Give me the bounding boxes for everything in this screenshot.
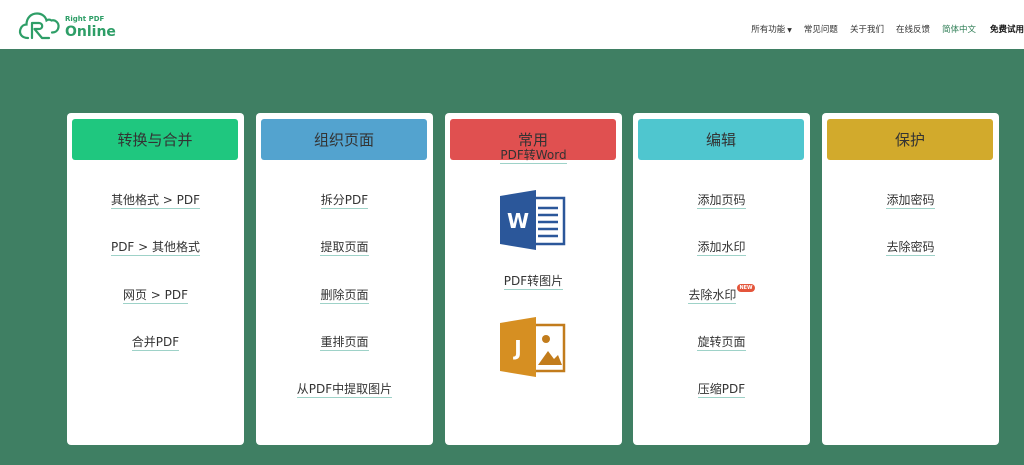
- link-web-to-pdf[interactable]: 网页 > PDF: [67, 287, 244, 304]
- link-remove-password[interactable]: 去除密码: [822, 239, 999, 256]
- logo[interactable]: Right PDF Online: [18, 10, 118, 42]
- card-header: 保护: [827, 119, 993, 160]
- link-add-page-numbers[interactable]: 添加页码: [633, 192, 810, 209]
- top-nav: 所有功能 ▼ 常见问题 关于我们 在线反馈 简体中文 免费试用: [739, 22, 1024, 36]
- nav-feedback[interactable]: 在线反馈: [896, 23, 930, 35]
- image-icon[interactable]: J: [500, 317, 566, 377]
- link-split-pdf[interactable]: 拆分PDF: [256, 192, 433, 209]
- link-compress-pdf[interactable]: 压缩PDF: [633, 381, 810, 398]
- link-add-password[interactable]: 添加密码: [822, 192, 999, 209]
- link-pdf-to-other[interactable]: PDF > 其他格式: [67, 239, 244, 256]
- card-header: 组织页面: [261, 119, 427, 160]
- nav-free-trial[interactable]: 免费试用: [990, 23, 1024, 35]
- card-convert-merge: 转换与合并 其他格式 > PDF PDF > 其他格式 网页 > PDF 合并P…: [67, 113, 244, 445]
- cloud-logo-icon: [18, 12, 60, 40]
- card-header: 转换与合并: [72, 119, 238, 160]
- nav-all-features[interactable]: 所有功能 ▼: [751, 23, 792, 35]
- svg-text:J: J: [512, 336, 521, 360]
- link-other-to-pdf[interactable]: 其他格式 > PDF: [67, 192, 244, 209]
- link-pdf-to-word[interactable]: PDF转Word: [445, 147, 622, 164]
- logo-big-text: Online: [65, 24, 116, 40]
- nav-language[interactable]: 简体中文: [942, 23, 976, 35]
- logo-small-text: Right PDF: [65, 15, 105, 23]
- link-extract-pages[interactable]: 提取页面: [256, 239, 433, 256]
- link-rotate-pages[interactable]: 旋转页面: [633, 334, 810, 351]
- nav-all-features-label: 所有功能: [751, 25, 786, 35]
- top-bar: Right PDF Online 所有功能 ▼ 常见问题 关于我们 在线反馈 简体…: [0, 0, 1024, 49]
- link-merge-pdf[interactable]: 合并PDF: [67, 334, 244, 351]
- caret-down-icon: ▼: [787, 27, 792, 34]
- card-protect: 保护 添加密码 去除密码: [822, 113, 999, 445]
- word-icon[interactable]: W: [500, 190, 566, 250]
- card-edit: 编辑 添加页码 添加水印 去除水印 NEW 旋转页面 压缩PDF: [633, 113, 810, 445]
- card-organize-pages: 组织页面 拆分PDF 提取页面 删除页面 重排页面 从PDF中提取图片: [256, 113, 433, 445]
- link-delete-pages[interactable]: 删除页面: [256, 287, 433, 304]
- card-header: 编辑: [638, 119, 804, 160]
- new-badge: NEW: [737, 284, 755, 292]
- card-common: 常用 W PDF转Word J PDF转图片: [445, 113, 622, 445]
- link-extract-images[interactable]: 从PDF中提取图片: [256, 381, 433, 398]
- link-add-watermark[interactable]: 添加水印: [633, 239, 810, 256]
- svg-text:W: W: [507, 209, 529, 233]
- link-remove-watermark[interactable]: 去除水印 NEW: [633, 284, 810, 304]
- nav-about[interactable]: 关于我们: [850, 23, 884, 35]
- link-reorder-pages[interactable]: 重排页面: [256, 334, 433, 351]
- link-pdf-to-image[interactable]: PDF转图片: [445, 273, 622, 290]
- nav-faq[interactable]: 常见问题: [804, 23, 838, 35]
